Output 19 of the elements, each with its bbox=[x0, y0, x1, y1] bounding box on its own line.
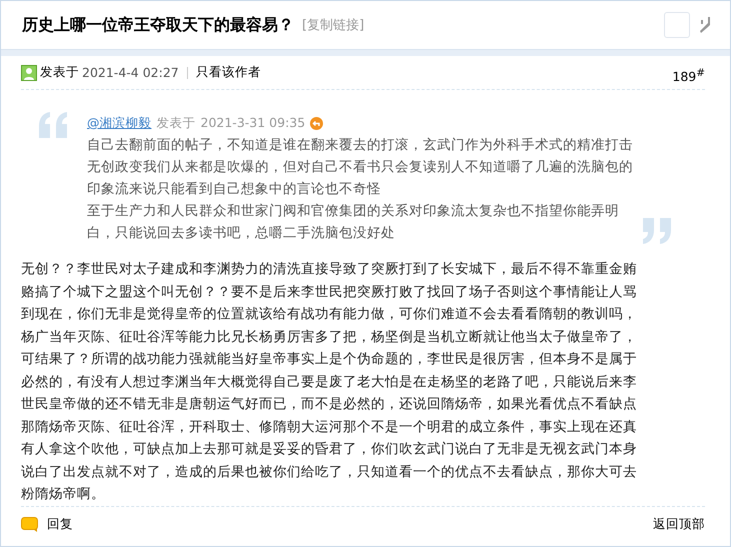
post-body: 无创？？李世民对太子建成和李渊势力的清洗直接导致了突厥打到了长安城下，最后不得不靠重金贿赂搞了个城下之盟这个叫无创？？要不是后来李世民把突厥打败了找回了场子否则这个事情能让人骂到现在，你们无非是觉得皇帝的位置就该给有战功有能力做，可你们难道不会去看看隋朝的教训吗，杨广当年灭陈、征吐谷浑等能力比兄长杨勇厉害多了把，杨坚倒是当机立断就让他当太子做皇帝了，可结果了？所谓的战功能力强就能当好皇帝事实上是个伪命题的，李世民是很厉害，但本身不是属于必然的，有没有人想过李渊当年大概觉得自己要是废了老大怕是在走杨坚的老路了吧，只能说后来李世民皇帝做的还不错无非是唐朝运气好而已，而不是必然的，还说回隋炀帝，如果光看优点不看缺点那隋炀帝灭陈、征吐谷浑，开科取士、修隋朝大运河那个不是一个明君的成立条件，事实上现在还真有人拿这个吹他，可缺点加上去那可就是妥妥的昏君了，你们吹玄武门说白了无非是无视玄武门本身说白了出发点就不对了，造成的后果也被你们给吃了，只知道看一个的优点不去看缺点，那你大可去粉隋炀帝啊。 bbox=[21, 260, 638, 504]
floor-number: 189$^{#}$ bbox=[672, 66, 705, 84]
jump-icon[interactable] bbox=[310, 116, 324, 130]
posted-label: 发表于 bbox=[40, 64, 79, 81]
back-to-top-link[interactable]: 返回顶部 bbox=[653, 516, 705, 533]
author-only-link[interactable]: 只看该作者 bbox=[196, 64, 261, 81]
speech-bubble-icon bbox=[21, 516, 39, 532]
reply-button[interactable]: 回复 bbox=[21, 516, 73, 533]
quote-paragraph: 自己去翻前面的帖子，不知道是谁在翻来覆去的打滚，玄武门作为外科手术式的精准打击无创政变我们从来都是吹爆的，但对自己不看书只会复读别人不知道嚼了几遍的洗脑包的印象流来说只能看到自己想象中的言论也不奇怪 bbox=[87, 136, 634, 199]
quote-posted-label: 发表于 bbox=[156, 114, 196, 132]
empty-box bbox=[664, 12, 690, 38]
close-quote-icon bbox=[641, 218, 671, 244]
quote-paragraph: 至于生产力和人民群众和世家门阀和官僚集团的关系对印象流太复杂也不指望你能弄明白，只能说回去多读书吧，总嚼二手洗脑包没好处 bbox=[87, 202, 620, 243]
quote-time: 2021-3-31 09:35 bbox=[200, 114, 306, 132]
user-link[interactable]: @湘滨柳毅 bbox=[87, 112, 152, 134]
open-quote-icon bbox=[39, 112, 69, 138]
post-time: 2021-4-4 02:27 bbox=[82, 65, 179, 80]
thread-title: 历史上哪一位帝王夺取天下的最容易？ bbox=[22, 14, 294, 36]
user-icon bbox=[21, 64, 37, 80]
